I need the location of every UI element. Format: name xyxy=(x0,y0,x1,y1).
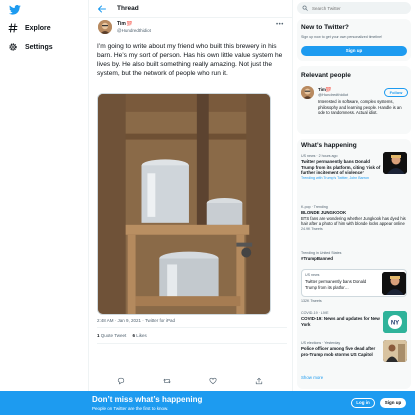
like-button[interactable] xyxy=(209,372,217,385)
search-bar[interactable] xyxy=(297,2,411,14)
author-emoji: 💯 xyxy=(126,21,133,26)
trend-footer: 24.9K Tweets xyxy=(301,226,323,231)
trend-description: BTS fans are wondering whether Jungkook … xyxy=(301,215,406,227)
author-name-text: Tim xyxy=(117,21,126,27)
quote-tweets-link[interactable]: 1 Quote Tweet xyxy=(97,333,126,338)
likes-label: Likes xyxy=(136,333,147,338)
trend-quote-card[interactable]: US news Twitter permanently bans Donald … xyxy=(301,269,407,297)
quote-thumbnail xyxy=(382,272,406,295)
trend-title: COVID-19: News and updates for New York xyxy=(301,316,380,327)
tweet-source[interactable]: Twitter for iPad xyxy=(145,318,175,323)
panel-subtitle: Sign up now to get your own personalized… xyxy=(301,35,383,39)
panel-title: What’s happening xyxy=(301,142,357,149)
likes-link[interactable]: 6 Likes xyxy=(132,333,146,338)
twitter-bird-logo-icon[interactable] xyxy=(9,5,21,15)
divider xyxy=(97,343,287,344)
reply-button[interactable] xyxy=(117,372,125,385)
author-avatar[interactable] xyxy=(98,20,112,34)
trend-item[interactable]: K-pop · Trending BLONDE JUNGKOOK BTS fan… xyxy=(301,205,409,232)
quote-text: Twitter permanently bans Donald Trump fr… xyxy=(305,279,367,290)
trend-footer: 132K Tweets xyxy=(301,299,322,303)
page-title: Thread xyxy=(117,5,139,12)
banner-sign-up-button[interactable]: Sign up xyxy=(380,398,406,408)
sidebar-sign-up-button[interactable]: Sign up xyxy=(301,46,407,56)
signup-banner: Don’t miss what’s happening People on Tw… xyxy=(0,391,415,415)
search-input[interactable] xyxy=(312,3,407,13)
follow-button[interactable]: Follow xyxy=(384,88,408,97)
trend-image xyxy=(383,340,407,362)
nav-item-explore[interactable]: Explore xyxy=(8,21,51,35)
tweet-timestamp[interactable]: 2:48 AM · Jan 9, 2021 xyxy=(97,318,141,323)
panel-title: New to Twitter? xyxy=(301,24,349,31)
log-in-button[interactable]: Log in xyxy=(351,398,375,408)
likes-count: 6 xyxy=(132,333,135,338)
trend-title: Twitter permanently bans Donald Trump fr… xyxy=(301,159,381,175)
search-icon xyxy=(302,5,308,11)
ny-badge-text: NY xyxy=(391,320,399,326)
share-icon xyxy=(255,377,263,385)
trend-thumbnail xyxy=(383,152,407,174)
heart-icon xyxy=(209,377,217,385)
whats-happening-panel: What’s happening US news · 2 hours ago T… xyxy=(297,139,411,389)
tweet-meta: 2:48 AM · Jan 9, 2021 · Twitter for iPad xyxy=(97,318,175,323)
relevant-person-bio: Interested in software, complex systems,… xyxy=(318,99,402,116)
reply-icon xyxy=(117,377,125,385)
author-name[interactable]: Tim💯 xyxy=(117,21,132,27)
trend-title: Police officer among five dead after pro… xyxy=(301,346,376,357)
quote-source: US news xyxy=(305,273,320,277)
more-options-icon[interactable]: ••• xyxy=(276,22,284,28)
relevant-people-panel: Relevant people Tim💯 @Hundredthidiot Fol… xyxy=(297,66,411,134)
brewery-photo xyxy=(98,94,270,314)
trend-title: #TrumpBanned xyxy=(301,256,333,261)
nav-item-label: Settings xyxy=(25,43,53,51)
gear-icon xyxy=(9,43,17,51)
tweet-text: I’m going to write about my friend who b… xyxy=(97,43,283,77)
trend-item-footer: 132K Tweets xyxy=(301,299,409,304)
covid-thumbnail: NY xyxy=(383,311,407,333)
quote-tweets-label: Quote Tweet xyxy=(100,333,127,338)
relevant-person-avatar[interactable] xyxy=(301,86,314,99)
banner-title: Don’t miss what’s happening xyxy=(92,395,203,404)
trend-thumbnail xyxy=(383,340,407,362)
right-sidebar: New to Twitter? Sign up now to get your … xyxy=(297,0,415,415)
author-handle[interactable]: @Hundredthidiot xyxy=(117,28,151,33)
tweet-photo[interactable] xyxy=(97,93,271,315)
thread-column: Thread Tim💯 @Hundredthidiot ••• I’m goin… xyxy=(88,0,293,415)
nav-item-settings[interactable]: Settings xyxy=(8,40,53,54)
quote-tweets-count: 1 xyxy=(97,333,100,338)
ny-badge-icon: NY xyxy=(383,311,407,333)
tweet-stats: 1 Quote Tweet 6 Likes xyxy=(97,333,147,338)
thread-header: Thread xyxy=(89,0,292,18)
show-more-link[interactable]: Show more xyxy=(301,375,323,380)
nav-item-label: Explore xyxy=(25,24,51,32)
retweet-button[interactable] xyxy=(163,372,171,384)
divider xyxy=(97,327,287,328)
tweet-actions xyxy=(89,372,292,385)
avatar-image xyxy=(98,20,112,34)
retweet-icon xyxy=(163,378,171,384)
new-to-twitter-panel: New to Twitter? Sign up now to get your … xyxy=(297,19,411,61)
panel-title: Relevant people xyxy=(301,72,351,79)
share-button[interactable] xyxy=(255,372,263,385)
left-navigation: Explore Settings xyxy=(0,0,88,415)
banner-subtitle: People on Twitter are the first to know. xyxy=(92,406,169,411)
hashtag-icon xyxy=(8,23,18,33)
relevant-person-handle[interactable]: @Hundredthidiot xyxy=(318,92,348,97)
quote-image xyxy=(382,272,406,295)
back-arrow-icon[interactable] xyxy=(97,4,107,14)
trend-item[interactable]: Trending in United States #TrumpBanned xyxy=(301,251,409,262)
trend-footer: Trending with Trump’s Twitter, John Barr… xyxy=(301,175,370,180)
avatar-image xyxy=(301,86,314,99)
trend-image xyxy=(383,152,407,174)
